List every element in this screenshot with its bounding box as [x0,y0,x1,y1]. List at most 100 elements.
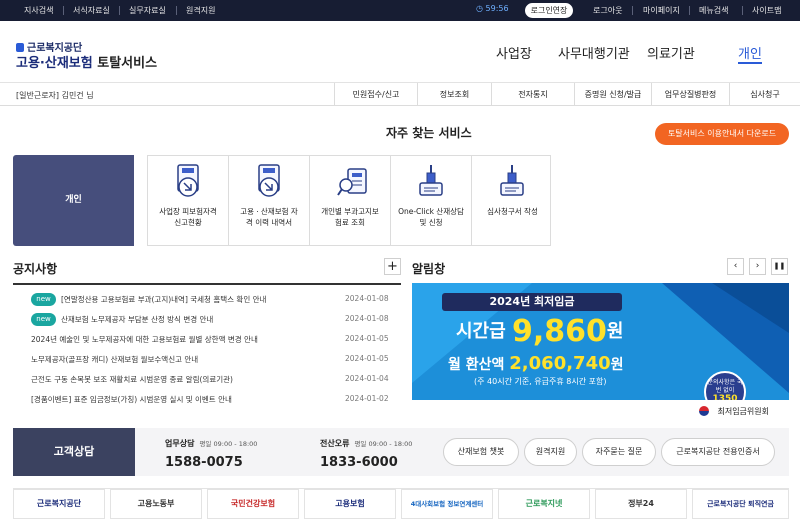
government-emblem-icon [699,406,709,416]
site-header: 근로복지공단 고용·산재보험 토탈서비스 사업장 사무대행기관 의료기관 개인 [0,21,800,83]
notice-text[interactable]: 2024년 예술인 및 노무제공자에 대한 고용보험료 월별 상한액 변경 안내 [31,334,258,345]
prev-slide-button[interactable]: ‹ [727,258,744,275]
document-arrow-icon [177,164,199,197]
remote-support-button[interactable]: 원격지원 [524,438,577,466]
notice-row[interactable]: 2024년 예술인 및 노무제공자에 대한 고용보험료 월별 상한액 변경 안내… [13,329,401,349]
nav-personal[interactable]: 개인 [738,43,762,62]
nav-agency[interactable]: 사무대행기관 [558,43,630,62]
related-site-gov24[interactable]: 정부24 [595,489,687,519]
related-sites: 근로복지공단 고용노동부 국민건강보험 고용보험 4대사회보험 정보연계센터 근… [13,488,789,519]
divider [632,6,633,15]
service-label-line2: 격 이력 내역서 [245,218,293,227]
banner-footer: 최저임금위원회 [412,400,789,421]
notice-text[interactable]: 노무제공자(골프장 캐디) 산재보험 월보수액신고 안내 [31,354,198,365]
notice-list: new [연말정산용 고용보험료 부과(고지)내역] 국세청 홈택스 확인 안내… [13,283,401,409]
certificate-button[interactable]: 근로복지공단 전용인증서 [661,438,775,466]
banner-hourly: 시간급 9,860원 [456,314,623,349]
related-site-employment-insurance[interactable]: 고용보험 [304,489,396,519]
site-title-blue: 고용·산재보험 [16,56,93,71]
clock-icon: ◷ [476,4,483,13]
service-item[interactable]: 개인별 부과고지보험료 조회 [310,156,391,245]
business-label: 업무상담 [165,439,195,448]
top-utility-bar: 지사검색 서식자료실 실무자료실 원격지원 ◷ 59:56 로그인연장 로그아웃… [0,0,800,21]
hourly-unit: 원 [606,321,624,342]
hourly-value: 9,860 [511,314,607,349]
chatbot-button[interactable]: 산재보험 챗봇 [443,438,519,466]
service-label-line1: 고용ㆍ산재보험 자 [240,207,298,216]
divider [63,6,64,15]
subnav-e-notice[interactable]: 전자통지 [491,83,574,106]
logout-link[interactable]: 로그아웃 [593,5,622,16]
login-extend-button[interactable]: 로그인연장 [525,3,573,18]
session-timer-value: 59:56 [485,4,509,13]
next-slide-button[interactable]: › [749,258,766,275]
error-label: 전산오류 [320,439,350,448]
notice-text[interactable]: [연말정산용 고용보험료 부과(고지)내역] 국세청 홈택스 확인 안내 [61,294,266,305]
monthly-label: 월 환산액 [448,357,505,373]
related-site-comwel[interactable]: 근로복지공단 [13,489,105,519]
notices-more-button[interactable]: + [384,258,401,275]
branch-search-link[interactable]: 지사검색 [24,5,53,16]
related-site-nhis[interactable]: 국민건강보험 [207,489,299,519]
forms-library-link[interactable]: 서식자료실 [73,5,110,16]
notice-row[interactable]: 노무제공자(골프장 캐디) 산재보험 월보수액신고 안내 2024-01-05 [13,349,401,369]
new-badge: new [31,313,56,326]
user-info: [일반근로자] 김민건 님 [16,91,94,100]
frequent-services-title: 자주 찾는 서비스 [386,126,472,140]
service-label-line1: 개인별 부과고지보 [321,207,379,216]
dropper-document-icon [500,165,524,196]
banner-note: (주 40시간 기준, 유급주휴 8시간 포함) [474,377,607,386]
notice-row[interactable]: 근전도 구동 손목봇 보조 재활치료 시범운영 종료 알림(의료기관) 2024… [13,369,401,389]
alerts-title: 알림창 [412,262,446,276]
notice-row[interactable]: new [연말정산용 고용보험료 부과(고지)내역] 국세청 홈택스 확인 안내… [13,289,401,309]
related-site-4insure[interactable]: 4대사회보험 정보연계센터 [401,489,493,519]
menu-search-link[interactable]: 메뉴검색 [699,5,728,16]
related-site-welfare-net[interactable]: 근로복지넷 [498,489,590,519]
pause-slide-button[interactable]: ❚❚ [771,258,788,275]
service-label-line2: 및 신청 [419,218,443,227]
divider [176,6,177,15]
site-title[interactable]: 고용·산재보험 토탈서비스 [16,52,157,71]
nav-medical[interactable]: 의료기관 [647,43,695,62]
error-hours: 평일 09:00 - 18:00 [354,440,413,448]
subnav-info-lookup[interactable]: 정보조회 [417,83,491,106]
remote-support-link[interactable]: 원격지원 [186,5,215,16]
banner-org: 최저임금위원회 [717,407,769,416]
notice-row[interactable]: new 산재보험 노무제공자 부담분 산정 방식 변경 안내 2024-01-0… [13,309,401,329]
error-phone: 1833-6000 [320,455,398,470]
service-label-line2: 험료 조회 [335,218,365,227]
monthly-value: 2,060,740 [509,353,611,374]
nav-workplace[interactable]: 사업장 [496,43,532,62]
guide-download-button[interactable]: 토탈서비스 이용안내서 다운로드 [655,123,789,145]
mypage-link[interactable]: 마이페이지 [643,5,680,16]
new-badge: new [31,293,56,306]
notice-text[interactable]: 근전도 구동 손목봇 보조 재활치료 시범운영 종료 알림(의료기관) [31,374,233,385]
divider [119,6,120,15]
related-site-pension[interactable]: 근로복지공단 퇴직연금 [692,489,789,519]
support-title: 고객상담 [13,428,135,476]
faq-button[interactable]: 자주묻는 질문 [582,438,656,466]
subnav-disease-judgment[interactable]: 업무상질병판정 [651,83,729,106]
sitemap-link[interactable]: 사이트맵 [752,5,781,16]
service-item[interactable]: 사업장 피보험자격 신고현황 [148,156,229,245]
service-item[interactable]: 고용ㆍ산재보험 자격 이력 내역서 [229,156,310,245]
related-site-moel[interactable]: 고용노동부 [110,489,202,519]
inquiry-text: 문의사항은 국번 없이 [707,379,743,394]
practice-library-link[interactable]: 실무자료실 [129,5,166,16]
subnav-review-request[interactable]: 심사청구 [729,83,800,106]
business-consult-label: 업무상담 평일 09:00 - 18:00 [165,438,257,449]
notice-date: 2024-01-05 [345,334,389,343]
service-item[interactable]: 심사청구서 작성 [472,156,553,245]
subnav-certificate[interactable]: 증명원 신청/발급 [574,83,651,106]
subnav-complaint[interactable]: 민원접수/신고 [334,83,417,106]
nav-active-indicator [738,62,762,64]
notice-text[interactable]: 산재보험 노무제공자 부담분 산정 방식 변경 안내 [61,314,213,325]
notice-row[interactable]: [경품이벤트] 표준 임금정보(가칭) 시범운영 실시 및 이벤트 안내 202… [13,389,401,409]
document-arrow-icon [258,164,280,197]
notice-date: 2024-01-08 [345,294,389,303]
notice-text[interactable]: [경품이벤트] 표준 임금정보(가칭) 시범운영 실시 및 이벤트 안내 [31,394,232,405]
service-label-line2: 신고현황 [174,218,202,227]
hourly-label: 시간급 [456,321,506,342]
service-category-personal[interactable]: 개인 [13,155,134,246]
service-item[interactable]: One-Click 산재상담 및 신청 [391,156,472,245]
